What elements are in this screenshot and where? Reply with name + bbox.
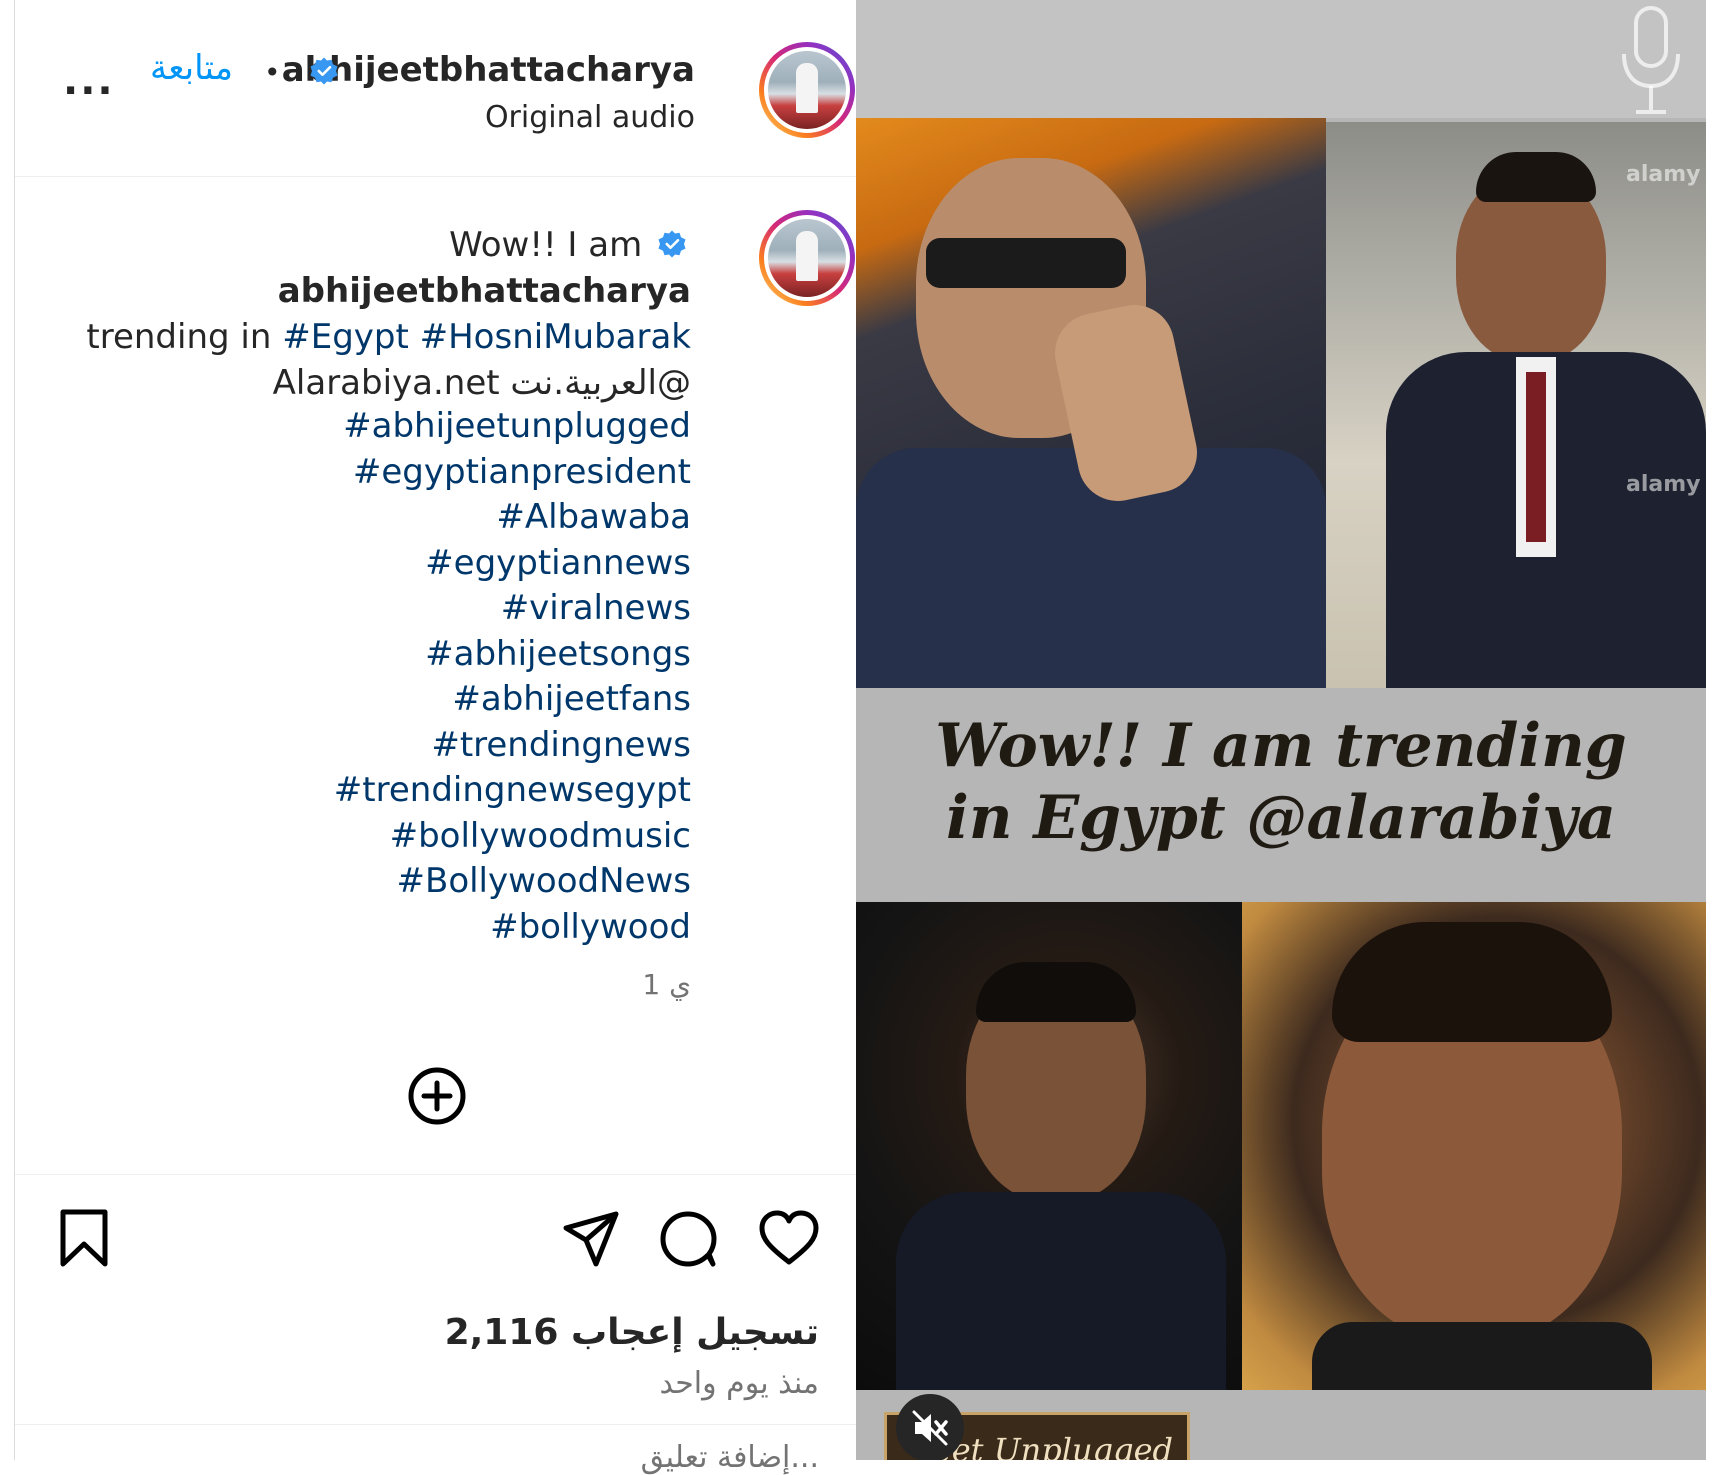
header-separator: • [264,56,281,89]
video-top-band [856,0,1706,118]
headline-line-2: in Egypt @alarabiya [946,783,1616,853]
caption-intro: Wow!! I am [449,225,643,265]
hashtag-list: #abhijeetunplugged #egyptianpresident #A… [334,404,691,950]
hashtag-egypt[interactable]: #Egypt [282,317,409,357]
hashtag-link[interactable]: #BollywoodNews [334,859,692,905]
hashtag-link[interactable]: #abhijeetunplugged [334,404,691,450]
hashtag-link[interactable]: #Albawaba [334,495,691,541]
post-side-panel: abhijeetbhattacharya • متابعة Original a… [14,0,857,1475]
header-username[interactable]: abhijeetbhattacharya [282,50,695,90]
share-icon[interactable] [560,1208,622,1270]
caption-age[interactable]: 1 ي [642,968,691,1001]
caption-text: Wow!! I am abhijeetbhattacharya trending… [51,222,691,406]
comment-icon[interactable] [658,1208,720,1270]
hashtag-link[interactable]: #abhijeetfans [334,677,691,723]
caption-line2: trending in [86,317,272,357]
hashtag-link[interactable]: #egyptiannews [334,541,691,587]
hashtag-hosnimubarak[interactable]: #HosniMubarak [420,317,691,357]
photo-singer-microphone [856,118,1326,688]
watermark: alamy [1626,162,1701,187]
comment-input[interactable]: إضافة تعليق... [641,1440,819,1475]
caption-line3: Alarabiya.net العربية.نت@ [272,363,691,403]
hashtag-link[interactable]: #abhijeetsongs [334,632,691,678]
hashtag-link[interactable]: #trendingnews [334,723,691,769]
actions-divider [15,1174,857,1175]
caption-verified-icon [658,230,686,258]
load-more-comments-icon[interactable] [407,1066,467,1126]
hashtag-link[interactable]: #viralnews [334,586,691,632]
mute-button[interactable] [896,1394,964,1460]
photo-portrait-right [1242,902,1706,1390]
hashtag-link[interactable]: #trendingnewsegypt [334,768,691,814]
heart-icon[interactable] [758,1208,820,1270]
hashtag-link[interactable]: #egyptianpresident [334,450,691,496]
headline-line-1: Wow!! I am trending [935,711,1627,781]
caption-username[interactable]: abhijeetbhattacharya [278,271,691,311]
likes-count[interactable]: 2,116 تسجيل إعجاب [445,1312,819,1353]
microphone-logo-icon [1622,6,1680,114]
caption-avatar[interactable] [759,210,855,306]
comment-divider [15,1424,857,1425]
post-header: abhijeetbhattacharya • متابعة Original a… [15,0,857,177]
more-options-button[interactable]: ... [63,58,115,104]
hashtag-link[interactable]: #bollywood [334,905,691,951]
hashtag-link[interactable]: #bollywoodmusic [334,814,691,860]
verified-badge-icon [310,57,338,85]
watermark: alamy [1626,472,1701,497]
post-date[interactable]: منذ يوم واحد [660,1366,819,1401]
follow-button[interactable]: متابعة [150,48,233,88]
photo-man-in-suit: alamy alamy [1326,122,1706,688]
speaker-muted-icon [912,1410,948,1446]
video-headline: Wow!! I am trending in Egypt @alarabiya [856,710,1706,854]
audio-label[interactable]: Original audio [485,100,695,135]
photo-portrait-left [856,902,1242,1390]
reel-video[interactable]: alamy alamy Wow!! I am trending in Egypt… [856,0,1706,1460]
bookmark-icon[interactable] [53,1208,115,1270]
profile-avatar[interactable] [759,42,855,138]
